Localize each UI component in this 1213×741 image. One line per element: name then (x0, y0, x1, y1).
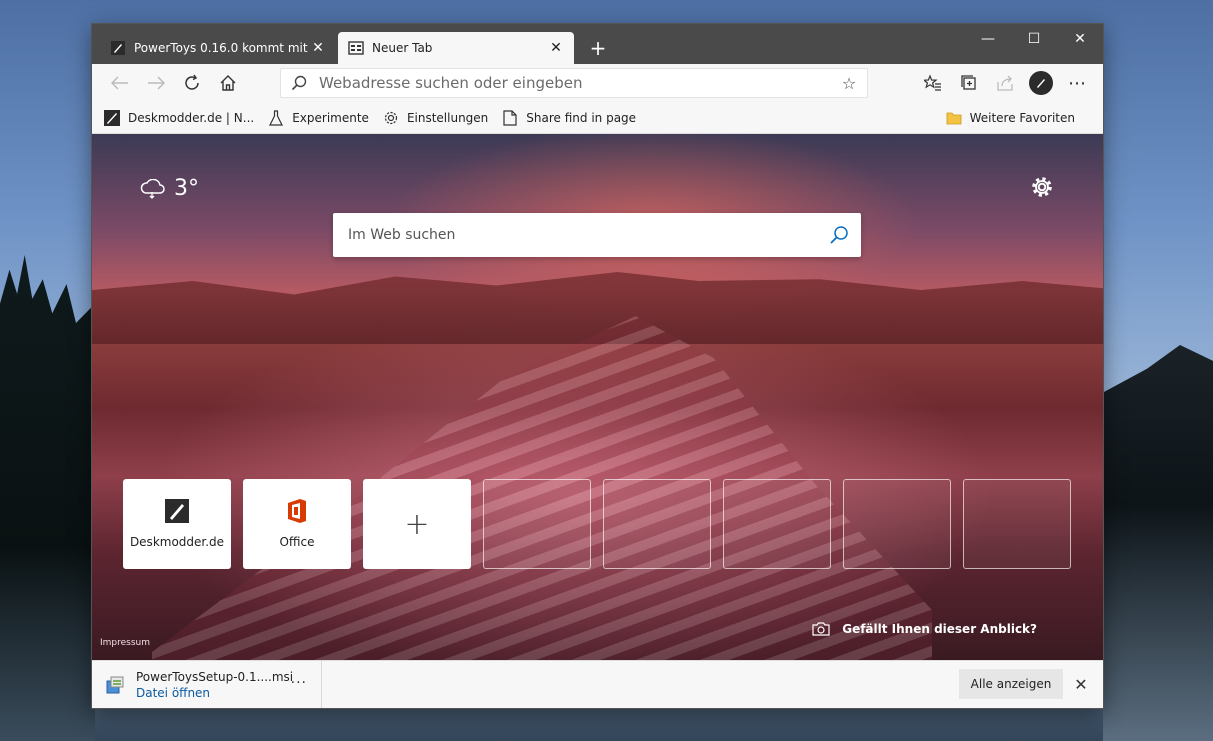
empty-quick-link-slot (483, 479, 591, 569)
cloud-rain-icon (140, 178, 166, 199)
close-shelf-button[interactable]: ✕ (1069, 671, 1093, 697)
download-more-button[interactable]: ··· (291, 675, 307, 691)
favorites-list-icon (924, 74, 941, 91)
temperature: 3° (174, 176, 199, 201)
browser-window: PowerToys 0.16.0 kommt mit ein ✕ Neuer T… (92, 24, 1103, 708)
plus-icon: + (404, 506, 430, 542)
newtab-icon (348, 40, 364, 56)
tab-neuer-tab[interactable]: Neuer Tab ✕ (338, 32, 574, 64)
minimize-button[interactable]: — (965, 24, 1011, 54)
empty-quick-link-slot (723, 479, 831, 569)
back-button[interactable] (102, 67, 138, 99)
favorite-einstellungen[interactable]: Einstellungen (383, 110, 488, 126)
favorite-label: Einstellungen (406, 110, 489, 125)
other-favorites-label: Weitere Favoriten (969, 110, 1075, 125)
search-icon (281, 75, 317, 91)
other-favorites[interactable]: Weitere Favoriten (946, 102, 1075, 133)
refresh-icon (185, 74, 199, 90)
desktop-trees (0, 255, 95, 741)
address-bar[interactable]: ☆ (280, 68, 868, 98)
toolbar-right: ⋯ (915, 67, 1095, 99)
background-ridge (92, 272, 1103, 344)
favorites-bar: Deskmodder.de | N... Experimente Einstel… (92, 102, 1103, 134)
quick-link-deskmodder[interactable]: Deskmodder.de (123, 479, 231, 569)
search-icon[interactable] (817, 225, 861, 245)
show-all-downloads-button[interactable]: Alle anzeigen (959, 669, 1063, 699)
desktop-mountain (1103, 345, 1213, 741)
window-controls: — ☐ ✕ (965, 24, 1103, 54)
weather-widget[interactable]: 3° (140, 176, 199, 201)
tab-title: PowerToys 0.16.0 kommt mit ein (134, 41, 310, 55)
empty-quick-link-slot (603, 479, 711, 569)
pen-icon (110, 40, 126, 56)
impressum-link[interactable]: Impressum (100, 638, 150, 648)
web-search-box[interactable] (333, 213, 861, 257)
pen-icon (104, 109, 120, 126)
empty-quick-link-slot (963, 479, 1071, 569)
installer-icon (106, 676, 124, 694)
tab-title: Neuer Tab (372, 41, 433, 55)
favorite-experimente[interactable]: Experimente (268, 109, 369, 126)
new-tab-page: 3° Deskmodder.de Office (92, 134, 1103, 660)
quick-links: Deskmodder.de Office + (123, 479, 1083, 569)
tab-close-button[interactable]: ✕ (548, 40, 564, 56)
favorite-label: Experimente (292, 110, 369, 125)
refresh-button[interactable] (174, 67, 210, 99)
new-tab-button[interactable]: + (582, 32, 614, 64)
like-image-link[interactable]: Gefällt Ihnen dieser Anblick? (812, 622, 1037, 636)
add-quick-link-button[interactable]: + (363, 479, 471, 569)
gear-icon (383, 110, 399, 126)
favorite-deskmodder[interactable]: Deskmodder.de | N... (104, 109, 255, 126)
open-file-link[interactable]: Datei öffnen (136, 686, 293, 700)
tab-powertoys[interactable]: PowerToys 0.16.0 kommt mit ein ✕ (100, 32, 336, 64)
favorite-label: Deskmodder.de | N... (128, 110, 255, 125)
more-menu-button[interactable]: ⋯ (1059, 67, 1095, 99)
arrow-left-icon (111, 76, 128, 90)
favorite-share-find[interactable]: Share find in page (502, 109, 637, 126)
download-item[interactable]: PowerToysSetup-0.1....msi Datei öffnen ·… (92, 660, 322, 708)
quick-link-label: Deskmodder.de (129, 535, 225, 549)
favorite-label: Share find in page (526, 110, 637, 125)
home-icon (220, 75, 236, 91)
like-prompt: Gefällt Ihnen dieser Anblick? (842, 622, 1037, 636)
page-icon (502, 109, 518, 126)
office-icon (285, 499, 309, 523)
quick-link-label: Office (279, 535, 315, 549)
maximize-button[interactable]: ☐ (1011, 24, 1057, 54)
favorite-star-icon[interactable]: ☆ (831, 74, 867, 93)
empty-quick-link-slot (843, 479, 951, 569)
gear-icon (1032, 177, 1052, 197)
download-filename: PowerToysSetup-0.1....msi (136, 669, 294, 684)
quick-link-office[interactable]: Office (243, 479, 351, 569)
profile-button[interactable] (1023, 67, 1059, 99)
toolbar: ☆ ⋯ (92, 64, 1103, 102)
home-button[interactable] (210, 67, 246, 99)
favorites-button[interactable] (915, 67, 951, 99)
forward-button[interactable] (138, 67, 174, 99)
share-button[interactable] (987, 67, 1023, 99)
collections-icon (961, 75, 976, 90)
close-window-button[interactable]: ✕ (1057, 24, 1103, 54)
collections-button[interactable] (951, 67, 987, 99)
folder-icon (946, 110, 962, 126)
address-input[interactable] (317, 73, 831, 93)
web-search-input[interactable] (346, 226, 817, 244)
tab-close-button[interactable]: ✕ (310, 40, 326, 56)
share-icon (997, 75, 1013, 91)
download-text: PowerToysSetup-0.1....msi Datei öffnen (136, 670, 293, 700)
camera-icon (812, 622, 830, 636)
avatar (1029, 71, 1053, 95)
download-shelf: PowerToysSetup-0.1....msi Datei öffnen ·… (92, 660, 1103, 708)
page-settings-button[interactable] (1031, 176, 1053, 202)
arrow-right-icon (148, 76, 165, 90)
pen-icon (165, 499, 189, 523)
flask-icon (268, 109, 284, 126)
tab-strip: PowerToys 0.16.0 kommt mit ein ✕ Neuer T… (92, 24, 1103, 64)
